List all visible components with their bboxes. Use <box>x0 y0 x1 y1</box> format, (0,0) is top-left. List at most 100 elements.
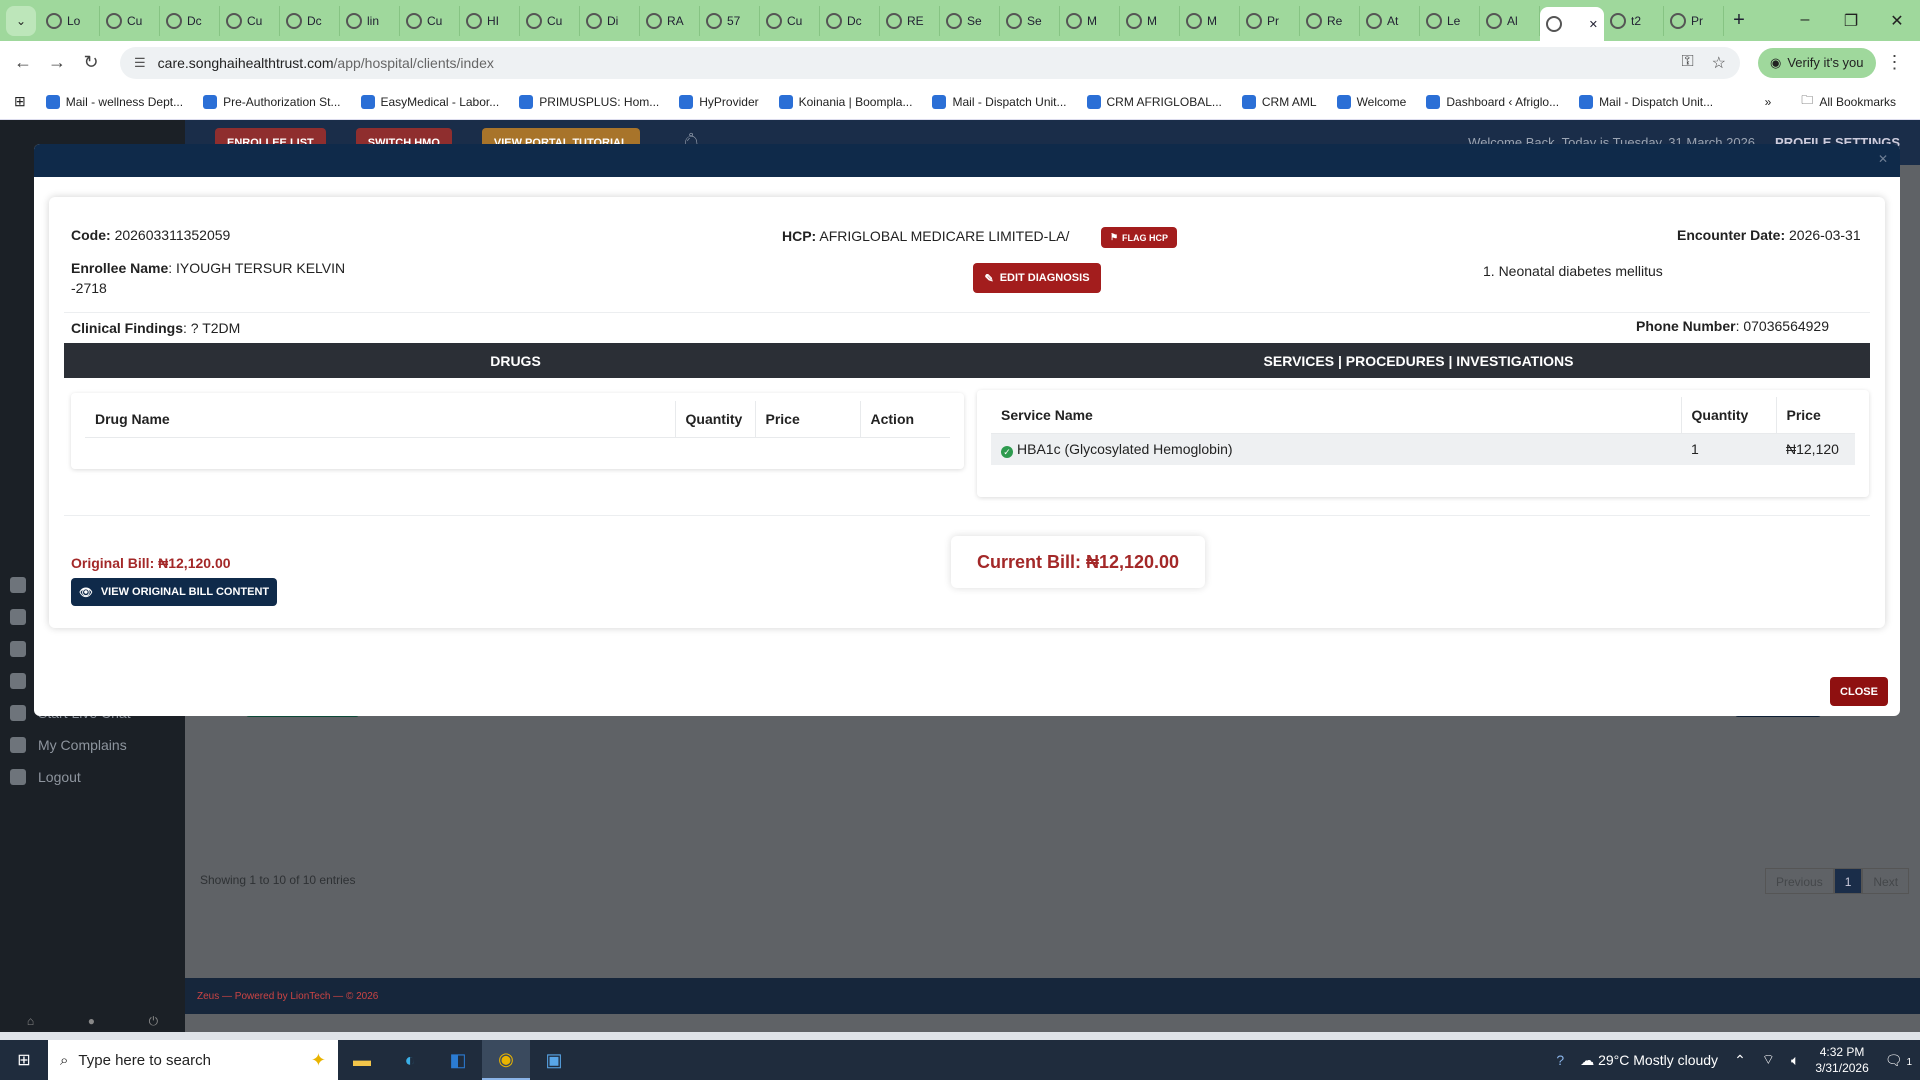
browser-tab[interactable]: Al <box>1480 5 1540 36</box>
tab-close-icon[interactable]: ✕ <box>1589 18 1598 31</box>
bookmark-item[interactable]: EasyMedical - Labor... <box>351 94 510 109</box>
browser-tab[interactable]: Se <box>940 5 1000 36</box>
tab-title: Dc <box>307 13 322 28</box>
tab-search-button[interactable]: ⌄ <box>6 5 36 36</box>
browser-tab[interactable]: Le <box>1420 5 1480 36</box>
tab-favicon-icon <box>1186 12 1202 29</box>
browser-tab[interactable]: M <box>1060 5 1120 36</box>
weather-widget[interactable]: ☁︎ 29°C Mostly cloudy <box>1580 1052 1718 1069</box>
file-explorer-icon[interactable]: ▬ <box>338 1040 386 1080</box>
notification-center-icon[interactable]: 🗨︎ 1 <box>1885 1052 1912 1069</box>
browser-tab[interactable]: Cu <box>220 5 280 36</box>
minimize-icon[interactable]: – <box>1782 11 1828 31</box>
windows-start-icon[interactable]: ⊞ <box>0 1040 48 1080</box>
edge-icon[interactable]: ◐ <box>386 1040 434 1080</box>
browser-tab[interactable]: Pr <box>1240 5 1300 36</box>
prev-page-button[interactable]: Previous <box>1765 868 1834 894</box>
verify-button[interactable]: ◉ Verify it's you <box>1758 47 1876 78</box>
bookmark-label: Welcome <box>1356 94 1407 109</box>
bookmark-label: CRM AML <box>1261 94 1317 109</box>
tray-chevron-icon[interactable]: ⌃ <box>1734 1052 1746 1069</box>
browser-tab[interactable]: Cu <box>520 5 580 36</box>
help-icon[interactable]: ? <box>1556 1052 1564 1068</box>
network-icon[interactable]: ⌔ <box>1762 1051 1775 1069</box>
new-tab-button[interactable]: + <box>1724 9 1754 32</box>
bookmark-item[interactable]: PRIMUSPLUS: Hom... <box>509 94 669 109</box>
browser-tab[interactable]: Dc <box>280 5 340 36</box>
browser-tab[interactable]: M <box>1120 5 1180 36</box>
hcp-label: HCP: <box>782 228 817 244</box>
browser-tab[interactable]: lin <box>340 5 400 36</box>
browser-tab[interactable]: RE <box>880 5 940 36</box>
code-value: 202603311352059 <box>114 227 231 243</box>
key-icon[interactable]: ⚿ <box>1681 53 1693 73</box>
sidebar-item[interactable]: Logout <box>10 769 185 785</box>
bookmark-star-icon[interactable]: ☆ <box>1712 53 1726 73</box>
sidebar-item-icon <box>10 577 26 593</box>
bookmark-item[interactable]: CRM AFRIGLOBAL... <box>1077 94 1232 109</box>
close-window-icon[interactable]: ✕ <box>1874 11 1920 31</box>
next-page-button[interactable]: Next <box>1862 868 1910 894</box>
browser-tab[interactable]: At <box>1360 5 1420 36</box>
reload-icon[interactable]: ↻ <box>74 52 108 73</box>
browser-tab[interactable]: Cu <box>400 5 460 36</box>
volume-icon[interactable]: 🔈︎ <box>1791 1052 1799 1069</box>
browser-tab[interactable]: Pr <box>1664 5 1724 36</box>
findings-label: Clinical Findings <box>71 320 184 336</box>
apps-icon[interactable]: ⊞ <box>0 93 36 110</box>
bookmark-item[interactable]: Welcome <box>1327 94 1417 109</box>
browser-tab[interactable]: Se <box>1000 5 1060 36</box>
clock[interactable]: 4:32 PM 3/31/2026 <box>1815 1044 1868 1076</box>
current-page-button[interactable]: 1 <box>1833 868 1863 894</box>
bookmark-favicon-icon <box>203 94 218 109</box>
browser-tab[interactable]: Lo <box>40 5 100 36</box>
bookmark-item[interactable]: HyProvider <box>669 94 768 109</box>
browser-tab[interactable]: Dc <box>160 5 220 36</box>
browser-tab[interactable]: Cu <box>760 5 820 36</box>
browser-tab[interactable]: M <box>1180 5 1240 36</box>
view-original-bill-button[interactable]: 👁︎ VIEW ORIGINAL BILL CONTENT <box>71 578 277 606</box>
bookmark-item[interactable]: Mail - wellness Dept... <box>36 94 193 109</box>
site-info-icon[interactable]: ☰ <box>134 55 146 71</box>
more-bookmarks-icon[interactable]: » <box>1765 95 1772 109</box>
browser-tab[interactable]: HI <box>460 5 520 36</box>
browser-tab[interactable]: RA <box>640 5 700 36</box>
browser-tab[interactable]: t2 <box>1604 5 1664 36</box>
flag-hcp-button[interactable]: ⚑ FLAG HCP <box>1101 227 1177 248</box>
outlook-icon[interactable]: ◧ <box>434 1040 482 1080</box>
browser-tab[interactable]: Di <box>580 5 640 36</box>
tab-title: Pr <box>1691 13 1703 28</box>
bookmark-item[interactable]: Dashboard ‹ Afriglo... <box>1416 94 1569 109</box>
remote-desktop-icon[interactable]: ▣ <box>530 1040 578 1080</box>
browser-tab[interactable]: 57 <box>700 5 760 36</box>
close-button[interactable]: CLOSE <box>1830 677 1888 706</box>
bookmark-favicon-icon <box>679 94 694 109</box>
back-icon[interactable]: ← <box>6 52 40 73</box>
tab-favicon-icon <box>1366 12 1382 29</box>
edit-diagnosis-button[interactable]: ✎ EDIT DIAGNOSIS <box>973 263 1101 293</box>
bookmark-item[interactable]: Pre-Authorization St... <box>193 94 350 109</box>
bookmark-favicon-icon <box>1426 94 1441 109</box>
bookmark-item[interactable]: Mail - Dispatch Unit... <box>1569 94 1723 109</box>
address-bar[interactable]: ☰ care.songhaihealthtrust.com/app/hospit… <box>120 46 1740 79</box>
bookmark-item[interactable]: Mail - Dispatch Unit... <box>922 94 1076 109</box>
code-row: Code: 202603311352059 <box>71 227 230 243</box>
enrollee-name: IYOUGH TERSUR KELVIN <box>176 260 346 276</box>
taskbar-search[interactable]: ⌕ Type here to search ✦ <box>48 1040 338 1080</box>
modal-close-icon[interactable]: ✕ <box>1878 152 1888 166</box>
restore-icon[interactable]: ❐ <box>1828 11 1874 31</box>
bookmark-item[interactable]: CRM AML <box>1232 94 1327 109</box>
power-icon[interactable]: ⏻ <box>149 1014 159 1032</box>
browser-tab[interactable]: Dc <box>820 5 880 36</box>
home-icon[interactable]: ⌂ <box>27 1014 34 1032</box>
sidebar-item[interactable]: My Complains <box>10 737 185 753</box>
forward-icon[interactable]: → <box>40 52 74 73</box>
browser-tab[interactable]: Re <box>1300 5 1360 36</box>
bookmark-item[interactable]: Koinania | Boompla... <box>769 94 923 109</box>
all-bookmarks-button[interactable]: 🗀 All Bookmarks <box>1791 91 1906 112</box>
browser-tab[interactable]: Cu <box>100 5 160 36</box>
user-icon[interactable]: ● <box>88 1014 95 1032</box>
browser-tab[interactable]: ✕ <box>1540 7 1604 41</box>
chrome-icon[interactable]: ◉ <box>482 1040 530 1080</box>
menu-icon[interactable]: ⋮ <box>1886 52 1904 73</box>
